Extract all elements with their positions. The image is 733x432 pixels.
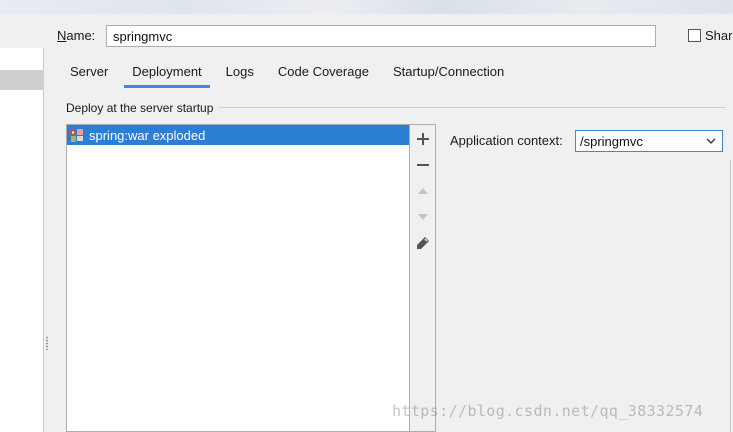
tab-server[interactable]: Server [58, 58, 120, 88]
name-input[interactable] [106, 25, 656, 47]
deploy-artifact-list[interactable]: spring:war exploded [66, 124, 410, 432]
application-context-label: Application context: [450, 133, 563, 148]
share-checkbox[interactable] [688, 29, 701, 42]
splitter-handle[interactable] [45, 336, 49, 350]
move-up-button[interactable] [410, 179, 436, 203]
panel-divider [730, 160, 731, 432]
tab-deployment[interactable]: Deployment [120, 58, 213, 88]
tree-selected-item[interactable] [0, 70, 44, 90]
list-item[interactable]: spring:war exploded [67, 125, 409, 145]
war-artifact-icon [70, 129, 83, 142]
artifact-label: spring:war exploded [89, 127, 206, 143]
name-label: Name: [57, 28, 95, 44]
move-down-button[interactable] [410, 205, 436, 229]
tab-code-coverage[interactable]: Code Coverage [266, 58, 381, 88]
move-up-icon [418, 188, 428, 194]
chevron-down-icon [706, 138, 716, 144]
add-icon [417, 133, 429, 145]
name-mnemonic: N [57, 28, 67, 43]
config-tabs: Server Deployment Logs Code Coverage Sta… [58, 58, 516, 88]
name-label-rest: ame: [66, 28, 96, 43]
application-context-combo[interactable] [575, 130, 723, 152]
remove-button[interactable] [410, 153, 436, 177]
watermark-text: https://blog.csdn.net/qq_38332574 [392, 402, 704, 420]
tab-logs[interactable]: Logs [214, 58, 266, 88]
remove-icon [417, 164, 429, 166]
application-context-input[interactable] [576, 131, 700, 151]
edit-icon [417, 237, 429, 249]
combo-dropdown-button[interactable] [702, 131, 720, 151]
share-label: Share [705, 28, 733, 43]
add-button[interactable] [410, 127, 436, 151]
list-toolbar [410, 124, 436, 432]
deploy-group-title: Deploy at the server startup [66, 101, 220, 115]
run-config-tree[interactable] [0, 48, 44, 432]
move-down-icon [418, 214, 428, 220]
background-window-strip [0, 0, 733, 14]
deployment-panel: Deploy at the server startup spring:war … [58, 90, 730, 432]
edit-button[interactable] [410, 231, 436, 255]
tab-startup-connection[interactable]: Startup/Connection [381, 58, 516, 88]
